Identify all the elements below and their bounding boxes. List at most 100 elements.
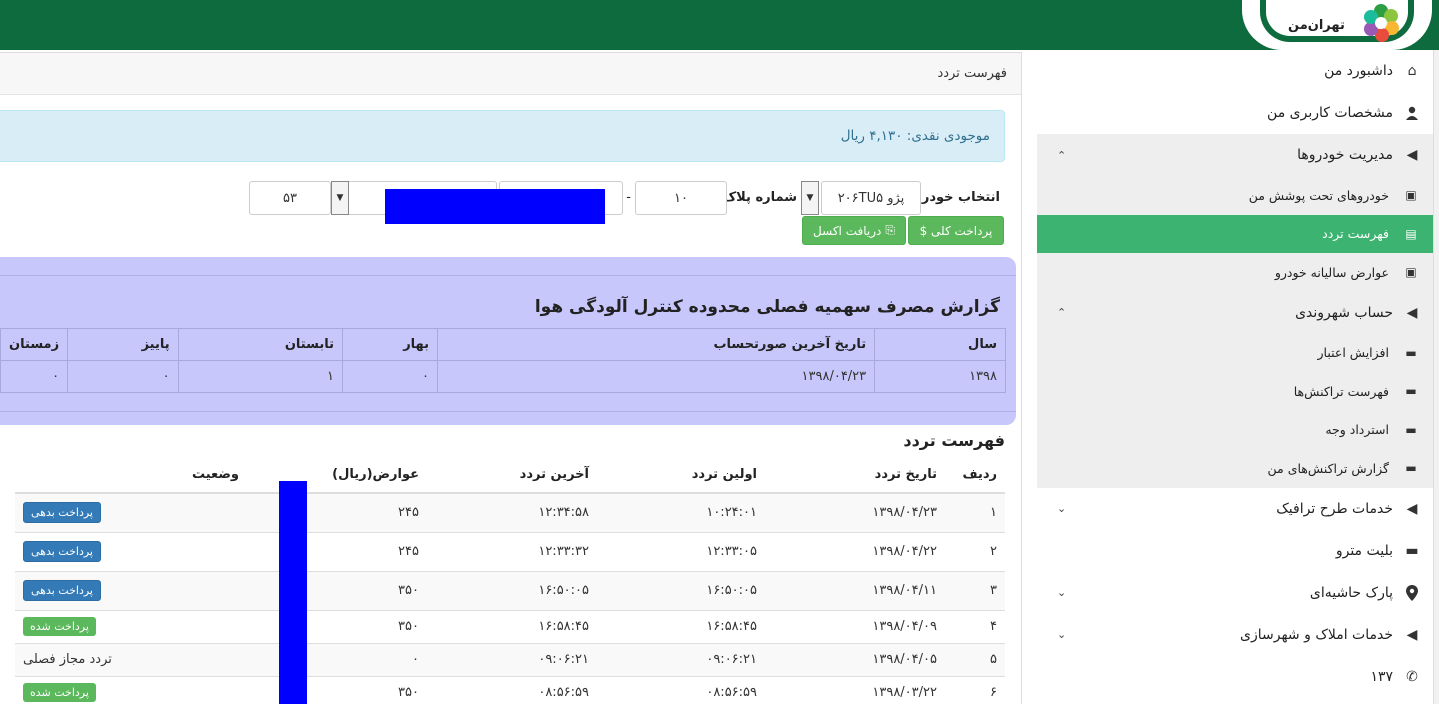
trip-cell-first: ۰۹:۰۶:۲۱ — [597, 642, 765, 676]
sidebar-item-refund[interactable]: ▬ استرداد وجه — [1037, 411, 1433, 450]
sidebar-item-label: خدمات طرح ترافیک — [1276, 500, 1393, 517]
card-icon: ▬ — [1405, 345, 1417, 360]
report-divider-bottom — [0, 411, 1016, 412]
car-icon: ▣ — [1405, 265, 1417, 280]
sidebar-item-transaction-report[interactable]: ▬ گزارش تراکنش‌های من — [1037, 449, 1433, 488]
sidebar-item-vehicle-management[interactable]: ◀ مدیریت خودروها ⌃ — [1037, 134, 1433, 176]
trip-cell-n: ۱ — [945, 492, 1005, 532]
sidebar-item-137[interactable]: ✆ ۱۳۷ — [1037, 656, 1433, 698]
trip-cell-status: پرداخت بدهی — [15, 492, 247, 532]
plate-part-4-field[interactable]: ۵۳ — [249, 181, 331, 215]
trip-cell-first: ۰۸:۵۶:۵۹ — [597, 675, 765, 704]
vehicle-select-value: پژو ۲۰۶TU۵ — [837, 190, 905, 206]
panel-header: فهرست تردد — [0, 53, 1021, 95]
sidebar-item-profile[interactable]: مشخصات کاربری من — [1037, 92, 1433, 134]
sidebar-item-label: فهرست تردد — [1322, 226, 1389, 242]
quota-header: تابستان — [177, 328, 343, 361]
pay-debt-button[interactable]: پرداخت بدهی — [23, 502, 101, 524]
map-marker-icon — [1403, 584, 1421, 601]
sidebar-item-label: مدیریت خودروها — [1297, 147, 1393, 163]
sidebar-item-traffic-plan[interactable]: ◀ خدمات طرح ترافیک ⌄ — [1037, 488, 1433, 530]
quota-cell: ۱ — [177, 360, 343, 393]
list-icon: ▤ — [1405, 226, 1417, 241]
sidebar-item-label: عوارض سالیانه خودرو — [1274, 264, 1389, 280]
card-icon: ▬ — [1405, 384, 1417, 399]
plate-part-1-field[interactable]: ۱۰ — [635, 181, 727, 215]
trip-cell-date: ۱۳۹۸/۰۴/۲۳ — [765, 492, 945, 532]
quota-header: تاریخ آخرین صورتحساب — [437, 328, 876, 361]
quota-row: ۱۳۹۸ ۱۳۹۸/۰۴/۲۳ ۰ ۱ ۰ ۰ — [0, 360, 1006, 393]
card-icon: ▬ — [1405, 461, 1417, 476]
main-panel: فهرست تردد موجودی نقدی: ۴,۱۳۰ ریال انتخا… — [0, 52, 1022, 704]
sidebar-item-my-vehicles[interactable]: ▣ خودروهای تحت پوشش من — [1037, 176, 1433, 215]
trip-cell-date: ۱۳۹۸/۰۳/۲۲ — [765, 675, 945, 704]
trip-cell-first: ۱۶:۵۰:۰۵ — [597, 570, 765, 610]
trip-cell-status: پرداخت شده — [15, 675, 247, 704]
sidebar-item-label: خدمات املاک و شهرسازی — [1240, 626, 1393, 643]
quota-cell: ۱۳۹۸/۰۴/۲۳ — [437, 360, 876, 393]
trip-cell-status: پرداخت بدهی — [15, 570, 247, 610]
trip-cell-n: ۳ — [945, 570, 1005, 610]
chevron-down-icon: ⌄ — [1057, 586, 1067, 599]
pay-debt-button[interactable]: پرداخت بدهی — [23, 541, 101, 562]
sidebar-item-label: افزایش اعتبار — [1317, 345, 1389, 361]
caret-left-icon: ◀ — [1406, 500, 1418, 517]
plate-part-4-value: ۵۳ — [283, 190, 297, 206]
trip-header: اولین تردد — [597, 456, 765, 494]
sidebar: ⌂ داشبورد من مشخصات کاربری من ◀ مدیریت خ… — [1037, 50, 1433, 704]
sidebar-item-label: ۱۳۷ — [1370, 668, 1393, 685]
trip-cell-date: ۱۳۹۸/۰۴/۰۹ — [765, 609, 945, 643]
vehicle-select[interactable]: پژو ۲۰۶TU۵ — [821, 181, 921, 215]
pay-all-label: پرداخت کلی $ — [919, 223, 993, 238]
sidebar-item-annual-fees[interactable]: ▣ عوارض سالیانه خودرو — [1037, 253, 1433, 292]
trip-cell-fee: ۳۵۰ — [247, 609, 427, 643]
phone-icon: ✆ — [1406, 668, 1418, 685]
user-icon — [1403, 106, 1421, 120]
chevron-up-icon: ⌃ — [1057, 306, 1067, 319]
quota-header: بهار — [341, 328, 439, 361]
sidebar-item-transactions[interactable]: ▬ فهرست تراکنش‌ها — [1037, 372, 1433, 411]
trip-cell-status: پرداخت بدهی — [15, 531, 247, 571]
sidebar-item-street-parking[interactable]: پارک حاشیه‌ای ⌄ — [1037, 572, 1433, 614]
sidebar-item-add-credit[interactable]: ▬ افزایش اعتبار — [1037, 334, 1433, 373]
vehicle-selection-row: انتخاب خودرو پژو ۲۰۶TU۵ ▼ شماره پلاک ۱۰ … — [0, 181, 1021, 224]
plate-part-3-dropdown-icon[interactable]: ▼ — [331, 181, 349, 215]
trip-cell-fee: ۰ — [247, 642, 427, 676]
quota-header-row: سال تاریخ آخرین صورتحساب بهار تابستان پا… — [0, 328, 1006, 361]
pay-debt-button[interactable]: پرداخت بدهی — [23, 580, 101, 601]
quota-cell: ۱۳۹۸ — [874, 360, 1006, 393]
sidebar-item-dashboard[interactable]: ⌂ داشبورد من — [1037, 50, 1433, 92]
vehicle-select-dropdown-icon[interactable]: ▼ — [801, 181, 819, 215]
redaction-plate — [385, 189, 605, 224]
table-row: ۶ ۱۳۹۸/۰۳/۲۲ ۰۸:۵۶:۵۹ ۰۸:۵۶:۵۹ ۳۵۰ پرداخت شده — [15, 675, 1005, 704]
balance-alert: موجودی نقدی: ۴,۱۳۰ ریال — [0, 110, 1005, 162]
trip-header-row: ردیف تاریخ تردد اولین تردد آخرین تردد عو… — [15, 456, 1005, 494]
redaction-fees — [279, 481, 307, 704]
paid-badge: پرداخت شده — [23, 683, 96, 703]
table-row: ۳ ۱۳۹۸/۰۴/۱۱ ۱۶:۵۰:۰۵ ۱۶:۵۰:۰۵ ۳۵۰ پرداخت بده… — [15, 570, 1005, 610]
trip-cell-first: ۱۶:۵۸:۴۵ — [597, 609, 765, 643]
trip-cell-fee: ۲۴۵ — [247, 531, 427, 571]
vehicle-select-label: انتخاب خودرو — [913, 190, 1000, 205]
sidebar-scrollbar[interactable] — [1433, 50, 1439, 704]
sidebar-item-property-services[interactable]: ◀ خدمات املاک و شهرسازی ⌄ — [1037, 614, 1433, 656]
chevron-up-icon: ⌃ — [1057, 148, 1067, 162]
sidebar-item-metro-ticket[interactable]: ▬ بلیت مترو — [1037, 530, 1433, 572]
logo-ring: تهران‌من — [1260, 0, 1414, 42]
chevron-down-icon: ⌄ — [1057, 628, 1067, 641]
trip-header: ردیف — [945, 456, 1005, 494]
trip-list-title: فهرست تردد — [903, 431, 1005, 450]
sidebar-item-trip-list[interactable]: ▤ فهرست تردد — [1037, 214, 1433, 253]
paid-badge: پرداخت شده — [23, 617, 96, 636]
caret-left-icon: ◀ — [1406, 147, 1418, 163]
pay-all-button[interactable]: پرداخت کلی $ — [908, 216, 1004, 245]
sidebar-item-label: حساب شهروندی — [1295, 304, 1393, 321]
table-row: ۲ ۱۳۹۸/۰۴/۲۲ ۱۲:۳۳:۰۵ ۱۲:۳۳:۳۲ ۲۴۵ پرداخت بده… — [15, 531, 1005, 571]
sidebar-item-label: مشخصات کاربری من — [1267, 105, 1393, 121]
excel-download-button[interactable]: ⎘ دریافت اکسل — [802, 216, 906, 245]
trip-cell-n: ۵ — [945, 642, 1005, 676]
sidebar-item-label: خودروهای تحت پوشش من — [1248, 187, 1389, 203]
trip-cell-first: ۱۰:۲۴:۰۱ — [597, 492, 765, 532]
sidebar-item-citizen-account[interactable]: ◀ حساب شهروندی ⌃ — [1037, 291, 1433, 334]
tehran-man-logo-icon[interactable] — [1360, 2, 1402, 44]
